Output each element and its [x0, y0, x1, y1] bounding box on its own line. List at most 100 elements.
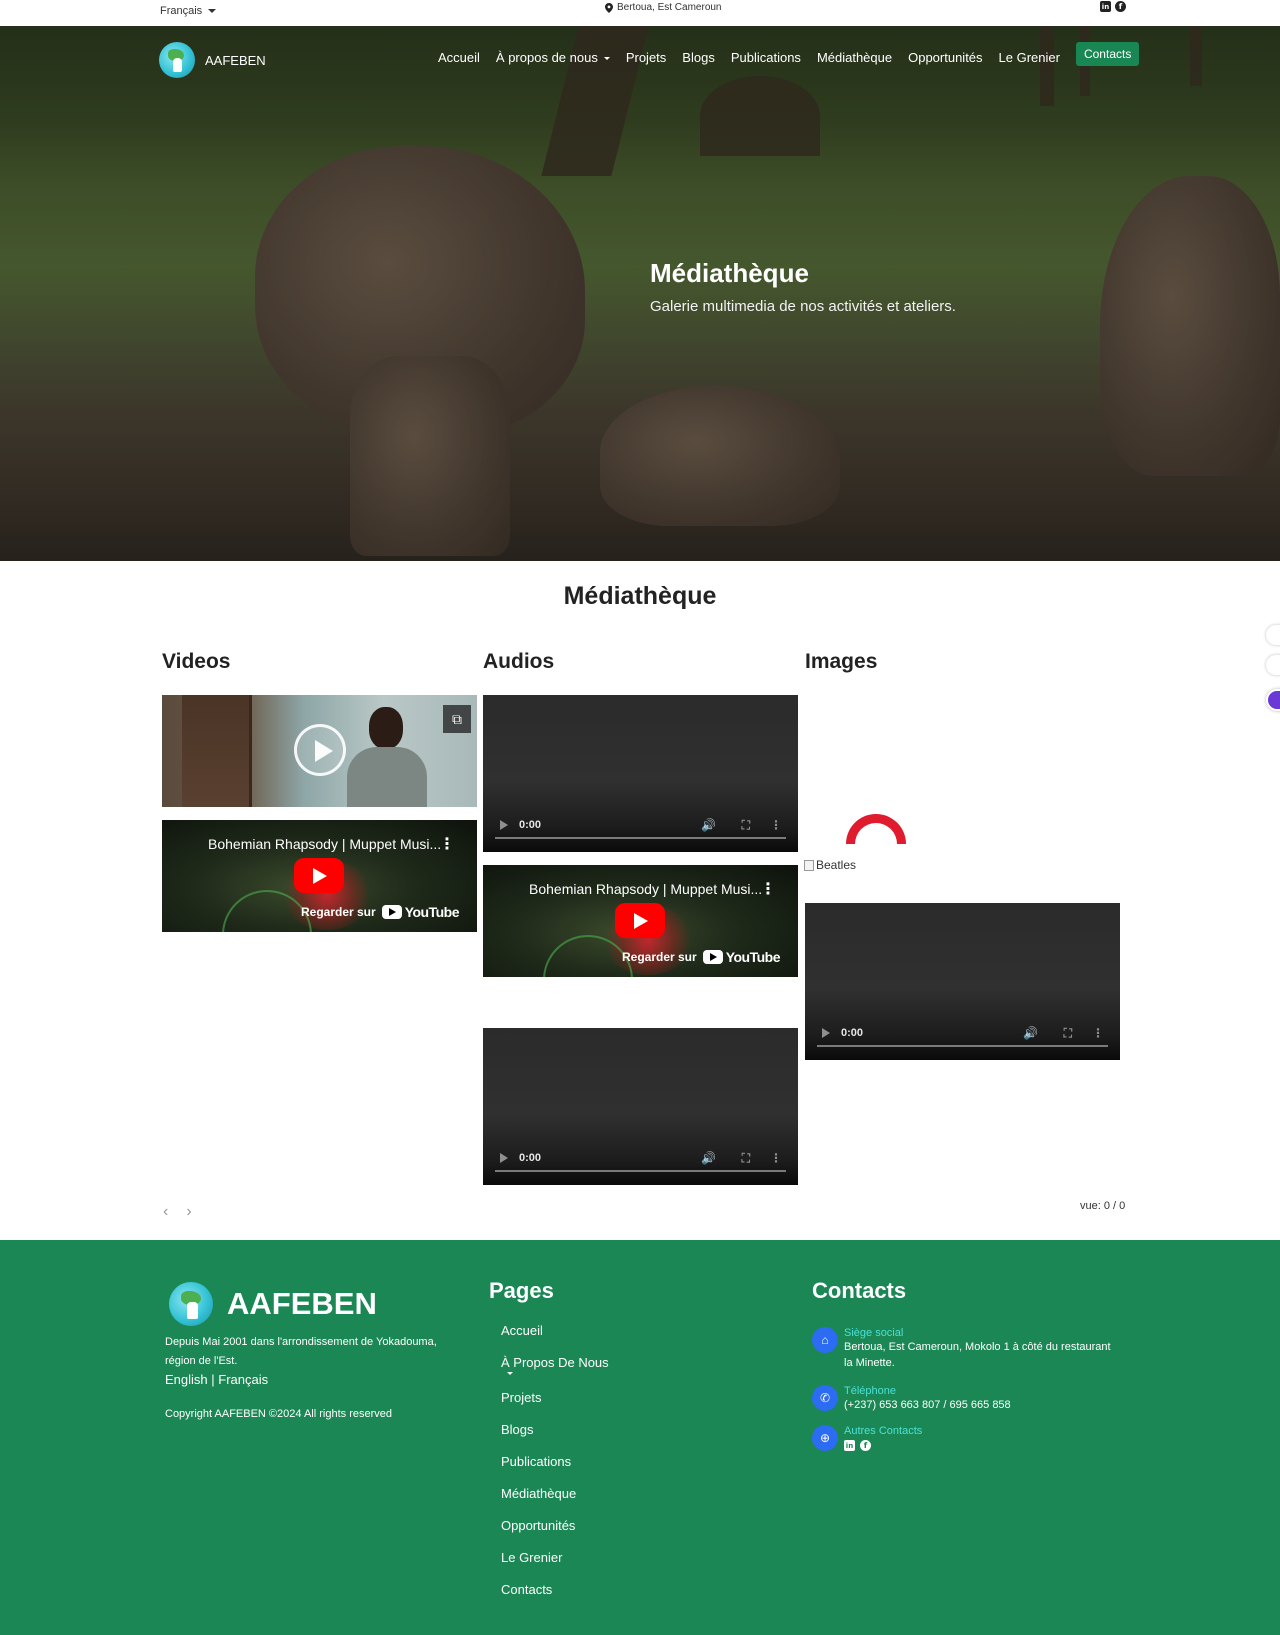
youtube-play-icon[interactable]	[294, 858, 344, 893]
footer-link-mediatheque[interactable]: Médiathèque	[501, 1485, 609, 1503]
chevron-down-icon	[507, 1372, 513, 1375]
hq-label: Siège social	[844, 1327, 904, 1339]
volume-icon[interactable]: 🔊	[701, 1151, 716, 1165]
hero-title: Médiathèque	[650, 258, 809, 288]
top-social-links: in f	[1100, 1, 1126, 12]
view-count: vue: 0 / 0	[1080, 1200, 1126, 1212]
floating-side-widget	[1266, 625, 1280, 711]
contact-other: ⊕ Autres Contacts in f	[812, 1425, 922, 1451]
more-vert-icon[interactable]: ⋮	[770, 818, 782, 832]
footer-copyright: Copyright AAFEBEN ©2024 All rights reser…	[165, 1408, 392, 1420]
media-section-title: Médiathèque	[563, 582, 717, 610]
lang-french-link[interactable]: Français	[218, 1372, 268, 1387]
footer-link-a-propos[interactable]: À Propos De Nous	[501, 1354, 609, 1375]
youtube-embed[interactable]: Bohemian Rhapsody | Muppet Musi... ⋮ Reg…	[162, 820, 477, 932]
main-navbar: AAFEBEN Accueil À propos de nous Projets…	[155, 38, 1140, 82]
phone-number[interactable]: (+237) 653 663 807 / 695 665 858	[844, 1397, 1114, 1413]
audio-player[interactable]: 0:00 🔊 ⛶ ⋮	[483, 695, 798, 852]
nav-opportunites[interactable]: Opportunités	[908, 50, 982, 65]
external-link-icon[interactable]: ⧉	[443, 705, 471, 733]
audio-player[interactable]: 0:00 🔊 ⛶ ⋮	[805, 903, 1120, 1060]
more-vert-icon[interactable]: ⋮	[760, 879, 776, 899]
nav-a-propos-label: À propos de nous	[495, 49, 598, 65]
audio-player[interactable]: 0:00 🔊 ⛶ ⋮	[483, 1028, 798, 1185]
fullscreen-icon[interactable]: ⛶	[742, 818, 750, 833]
side-widget-button-1[interactable]	[1266, 625, 1280, 645]
nav-publications[interactable]: Publications	[731, 50, 801, 65]
audio-progress-bar[interactable]	[495, 837, 786, 839]
youtube-logo: YouTube	[381, 904, 460, 920]
footer-contacts-title: Contacts	[812, 1278, 907, 1303]
play-icon[interactable]	[500, 1153, 508, 1163]
contact-phone: ✆ Téléphone (+237) 653 663 807 / 695 665…	[812, 1385, 1114, 1413]
volume-icon[interactable]: 🔊	[1023, 1026, 1038, 1040]
linkedin-icon[interactable]: in	[1100, 1, 1111, 12]
nav-mediatheque[interactable]: Médiathèque	[817, 50, 892, 65]
lang-english-link[interactable]: English	[165, 1372, 208, 1387]
chatbot-icon[interactable]	[1266, 689, 1280, 711]
volume-icon[interactable]: 🔊	[701, 818, 716, 832]
broken-image-icon	[804, 859, 814, 871]
more-vert-icon[interactable]: ⋮	[439, 834, 455, 854]
contact-hq: ⌂ Siège social Bertoua, Est Cameroun, Mo…	[812, 1327, 1114, 1371]
nav-projets[interactable]: Projets	[626, 50, 666, 65]
brand-link[interactable]: AAFEBEN	[155, 40, 266, 80]
audio-time: 0:00	[841, 1027, 864, 1039]
play-icon[interactable]	[822, 1028, 830, 1038]
top-bar: Français Bertoua, Est Cameroun in f	[0, 0, 1280, 26]
side-widget-button-2[interactable]	[1266, 655, 1280, 675]
nav-accueil[interactable]: Accueil	[438, 50, 480, 65]
play-icon[interactable]	[294, 724, 346, 776]
phone-label: Téléphone	[844, 1385, 896, 1397]
footer-link-contacts[interactable]: Contacts	[501, 1581, 609, 1599]
nav-le-grenier[interactable]: Le Grenier	[999, 50, 1060, 65]
audio-progress-bar[interactable]	[495, 1170, 786, 1172]
nav-links: Accueil À propos de nous Projets Blogs P…	[438, 42, 1140, 66]
watch-on-label: Regarder sur	[621, 950, 697, 964]
facebook-icon[interactable]: f	[1115, 1, 1126, 12]
site-footer: AAFEBEN Depuis Mai 2001 dans l'arrondiss…	[0, 1240, 1280, 1635]
footer-link-projets[interactable]: Projets	[501, 1389, 609, 1407]
footer-social-links: in f	[844, 1440, 922, 1451]
fullscreen-icon[interactable]: ⛶	[742, 1151, 750, 1166]
broken-image: Beatles	[804, 858, 856, 872]
chevron-left-icon[interactable]: ‹	[163, 1203, 168, 1221]
more-vert-icon[interactable]: ⋮	[770, 1151, 782, 1165]
audio-progress-bar[interactable]	[817, 1045, 1108, 1047]
youtube-video-title[interactable]: Bohemian Rhapsody | Muppet Musi...	[208, 836, 441, 852]
hero-banner: AAFEBEN Accueil À propos de nous Projets…	[0, 26, 1280, 561]
footer-link-blogs[interactable]: Blogs	[501, 1421, 609, 1439]
nav-a-propos[interactable]: À propos de nous	[496, 50, 610, 65]
youtube-embed[interactable]: Bohemian Rhapsody | Muppet Musi... ⋮ Reg…	[483, 865, 798, 977]
language-dropdown[interactable]: Français	[160, 5, 217, 17]
linkedin-icon[interactable]: in	[844, 1440, 855, 1451]
hero-subtitle: Galerie multimedia de nos activités et a…	[650, 298, 956, 315]
chevron-right-icon[interactable]: ›	[186, 1203, 191, 1221]
globe-icon: ⊕	[812, 1425, 838, 1451]
more-vert-icon[interactable]: ⋮	[1092, 1026, 1104, 1040]
fullscreen-icon[interactable]: ⛶	[1064, 1026, 1072, 1041]
other-contacts-label: Autres Contacts	[844, 1425, 923, 1437]
youtube-play-icon[interactable]	[615, 903, 665, 938]
home-location-icon: ⌂	[812, 1327, 838, 1353]
location-text: Bertoua, Est Cameroun	[617, 2, 722, 13]
footer-description: Depuis Mai 2001 dans l'arrondissement de…	[165, 1336, 437, 1367]
footer-link-opportunites[interactable]: Opportunités	[501, 1517, 609, 1535]
play-icon[interactable]	[500, 820, 508, 830]
video-thumbnail-card[interactable]: ⧉	[162, 695, 477, 807]
footer-link-publications[interactable]: Publications	[501, 1453, 609, 1471]
footer-pages-list: Accueil À Propos De Nous Projets Blogs P…	[501, 1322, 609, 1599]
videos-column-title: Videos	[162, 650, 231, 673]
footer-link-accueil[interactable]: Accueil	[501, 1322, 609, 1340]
audios-column-title: Audios	[483, 650, 555, 673]
footer-link-le-grenier[interactable]: Le Grenier	[501, 1549, 609, 1567]
nav-blogs[interactable]: Blogs	[682, 50, 715, 65]
facebook-icon[interactable]: f	[860, 1440, 871, 1451]
footer-link-a-propos-label: À Propos De Nous	[501, 1355, 609, 1370]
watch-on-youtube-link[interactable]: Regarder sur YouTube	[301, 904, 460, 920]
broken-image-alt: Beatles	[816, 858, 857, 872]
watch-on-youtube-link[interactable]: Regarder sur YouTube	[621, 949, 781, 965]
contacts-button[interactable]: Contacts	[1075, 42, 1140, 66]
footer-brand[interactable]: AAFEBEN	[165, 1280, 377, 1328]
youtube-video-title[interactable]: Bohemian Rhapsody | Muppet Musi...	[529, 881, 762, 897]
